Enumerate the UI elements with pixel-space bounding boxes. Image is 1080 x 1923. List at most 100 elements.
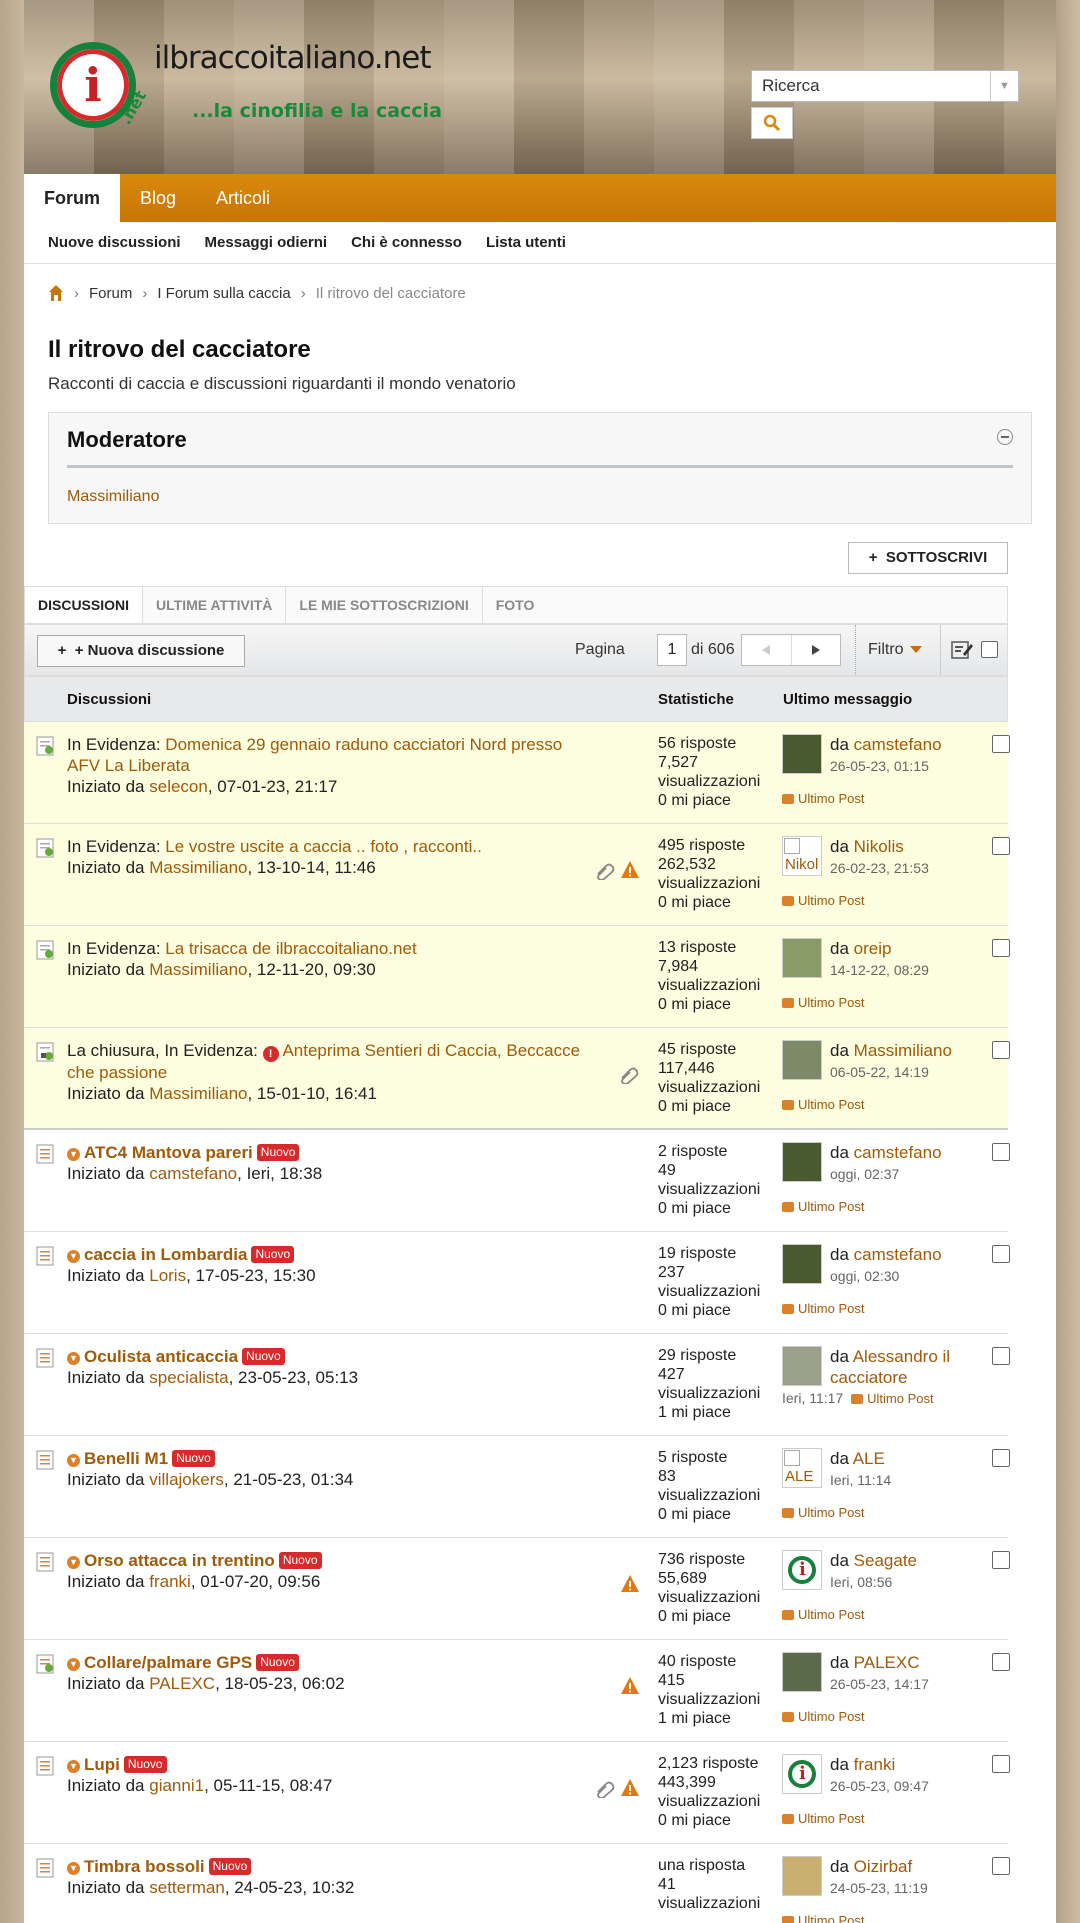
thread-starter[interactable]: PALEXC [149, 1674, 215, 1693]
avatar[interactable] [782, 1346, 822, 1386]
unread-icon[interactable]: ▼ [67, 1148, 80, 1161]
last-post-link[interactable]: Ultimo Post [782, 1604, 864, 1625]
col-topics[interactable]: Discussioni [67, 691, 151, 708]
avatar[interactable] [782, 734, 822, 774]
subnav-member-list[interactable]: Lista utenti [486, 234, 566, 251]
unread-icon[interactable]: ▼ [67, 1352, 80, 1365]
subnav-today-posts[interactable]: Messaggi odierni [205, 234, 328, 251]
last-post-link[interactable]: Ultimo Post [782, 1094, 864, 1115]
thread-starter[interactable]: selecon [149, 777, 208, 796]
thread-starter[interactable]: specialista [149, 1368, 228, 1387]
last-post-user[interactable]: PALEXC [854, 1653, 920, 1672]
unread-icon[interactable]: ▼ [67, 1556, 80, 1569]
tab-foto[interactable]: FOTO [483, 587, 548, 623]
thread-title[interactable]: Oculista anticaccia [84, 1347, 238, 1366]
subnav-new-threads[interactable]: Nuove discussioni [48, 234, 181, 251]
last-post-link[interactable]: Ultimo Post [851, 1391, 934, 1406]
col-stats[interactable]: Statistiche [658, 691, 734, 708]
thread-title[interactable]: Timbra bossoli [84, 1857, 205, 1876]
last-post-user[interactable]: oreip [854, 939, 892, 958]
thread-title[interactable]: Benelli M1 [84, 1449, 168, 1468]
collapse-icon[interactable] [997, 429, 1013, 445]
tab-ultime-attivita[interactable]: ULTIME ATTIVITÀ [143, 587, 287, 623]
thread-checkbox[interactable] [992, 1143, 1010, 1161]
last-post-user[interactable]: Seagate [854, 1551, 917, 1570]
subscribe-button[interactable]: + SOTTOSCRIVI [848, 542, 1008, 574]
search-input[interactable]: Ricerca ▼ [751, 70, 1019, 102]
thread-title[interactable]: Lupi [84, 1755, 120, 1774]
next-page-button[interactable] [792, 635, 841, 665]
thread-title[interactable]: Le vostre uscite a caccia .. foto , racc… [165, 837, 482, 856]
thread-checkbox[interactable] [992, 1041, 1010, 1059]
thread-checkbox[interactable] [992, 1857, 1010, 1875]
avatar[interactable] [782, 1040, 822, 1080]
thread-starter[interactable]: setterman [149, 1878, 225, 1897]
breadcrumb-forum[interactable]: Forum [89, 285, 132, 302]
tab-sottoscrizioni[interactable]: LE MIE SOTTOSCRIZIONI [286, 587, 483, 623]
tab-discussioni[interactable]: DISCUSSIONI [25, 587, 144, 623]
thread-checkbox[interactable] [992, 939, 1010, 957]
thread-starter[interactable]: villajokers [149, 1470, 224, 1489]
page-number-input[interactable]: 1 [657, 634, 687, 666]
last-post-link[interactable]: Ultimo Post [782, 788, 864, 809]
last-post-user[interactable]: camstefano [854, 1245, 942, 1264]
unread-icon[interactable]: ▼ [67, 1658, 80, 1671]
last-post-user[interactable]: Massimiliano [854, 1041, 952, 1060]
thread-starter[interactable]: franki [149, 1572, 191, 1591]
avatar[interactable] [782, 1244, 822, 1284]
thread-title[interactable]: Orso attacca in trentino [84, 1551, 275, 1570]
col-last-post[interactable]: Ultimo messaggio [783, 691, 912, 708]
thread-starter[interactable]: Loris [149, 1266, 186, 1285]
unread-icon[interactable]: ▼ [67, 1760, 80, 1773]
new-thread-button[interactable]: + + Nuova discussione [37, 635, 245, 667]
thread-starter[interactable]: Massimiliano [149, 858, 247, 877]
thread-checkbox[interactable] [992, 1653, 1010, 1671]
site-title[interactable]: ilbraccoitaliano.net [154, 40, 431, 76]
thread-checkbox[interactable] [992, 1449, 1010, 1467]
thread-checkbox[interactable] [992, 837, 1010, 855]
tab-blog[interactable]: Blog [120, 174, 196, 222]
avatar[interactable]: ALE [782, 1448, 822, 1488]
breadcrumb-category[interactable]: I Forum sulla caccia [157, 285, 290, 302]
select-all-checkbox[interactable] [981, 641, 998, 658]
last-post-link[interactable]: Ultimo Post [782, 1196, 864, 1217]
thread-starter[interactable]: Massimiliano [149, 960, 247, 979]
last-post-user[interactable]: ALE [853, 1449, 885, 1468]
chevron-down-icon[interactable]: ▼ [990, 71, 1018, 101]
avatar[interactable] [782, 1754, 822, 1794]
thread-title[interactable]: caccia in Lombardia [84, 1245, 247, 1264]
tab-articoli[interactable]: Articoli [196, 174, 290, 222]
last-post-link[interactable]: Ultimo Post [782, 890, 864, 911]
search-button[interactable] [751, 107, 793, 139]
avatar[interactable]: Nikol [782, 836, 822, 876]
avatar[interactable] [782, 938, 822, 978]
tab-forum[interactable]: Forum [24, 174, 120, 222]
last-post-link[interactable]: Ultimo Post [782, 1706, 864, 1727]
avatar[interactable] [782, 1142, 822, 1182]
avatar[interactable] [782, 1652, 822, 1692]
avatar[interactable] [782, 1856, 822, 1896]
thread-title[interactable]: Collare/palmare GPS [84, 1653, 252, 1672]
last-post-link[interactable]: Ultimo Post [782, 1808, 864, 1829]
thread-starter[interactable]: Massimiliano [149, 1084, 247, 1103]
filter-dropdown[interactable]: Filtro [855, 625, 941, 675]
last-post-user[interactable]: Oizirbaf [854, 1857, 913, 1876]
thread-checkbox[interactable] [992, 1347, 1010, 1365]
thread-checkbox[interactable] [992, 1551, 1010, 1569]
last-post-user[interactable]: Nikolis [854, 837, 904, 856]
last-post-user[interactable]: franki [854, 1755, 896, 1774]
last-post-link[interactable]: Ultimo Post [782, 992, 864, 1013]
last-post-link[interactable]: Ultimo Post [782, 1298, 864, 1319]
thread-starter[interactable]: gianni1 [149, 1776, 204, 1795]
unread-icon[interactable]: ▼ [67, 1862, 80, 1875]
last-post-user[interactable]: camstefano [854, 735, 942, 754]
last-post-link[interactable]: Ultimo Post [782, 1910, 864, 1923]
thread-checkbox[interactable] [992, 735, 1010, 753]
home-icon[interactable] [48, 284, 64, 302]
prev-page-button[interactable] [742, 635, 792, 665]
thread-title[interactable]: La trisacca de ilbraccoitaliano.net [165, 939, 416, 958]
subnav-whos-online[interactable]: Chi è connesso [351, 234, 462, 251]
unread-icon[interactable]: ▼ [67, 1454, 80, 1467]
site-logo[interactable]: i .net [50, 42, 150, 128]
thread-checkbox[interactable] [992, 1755, 1010, 1773]
